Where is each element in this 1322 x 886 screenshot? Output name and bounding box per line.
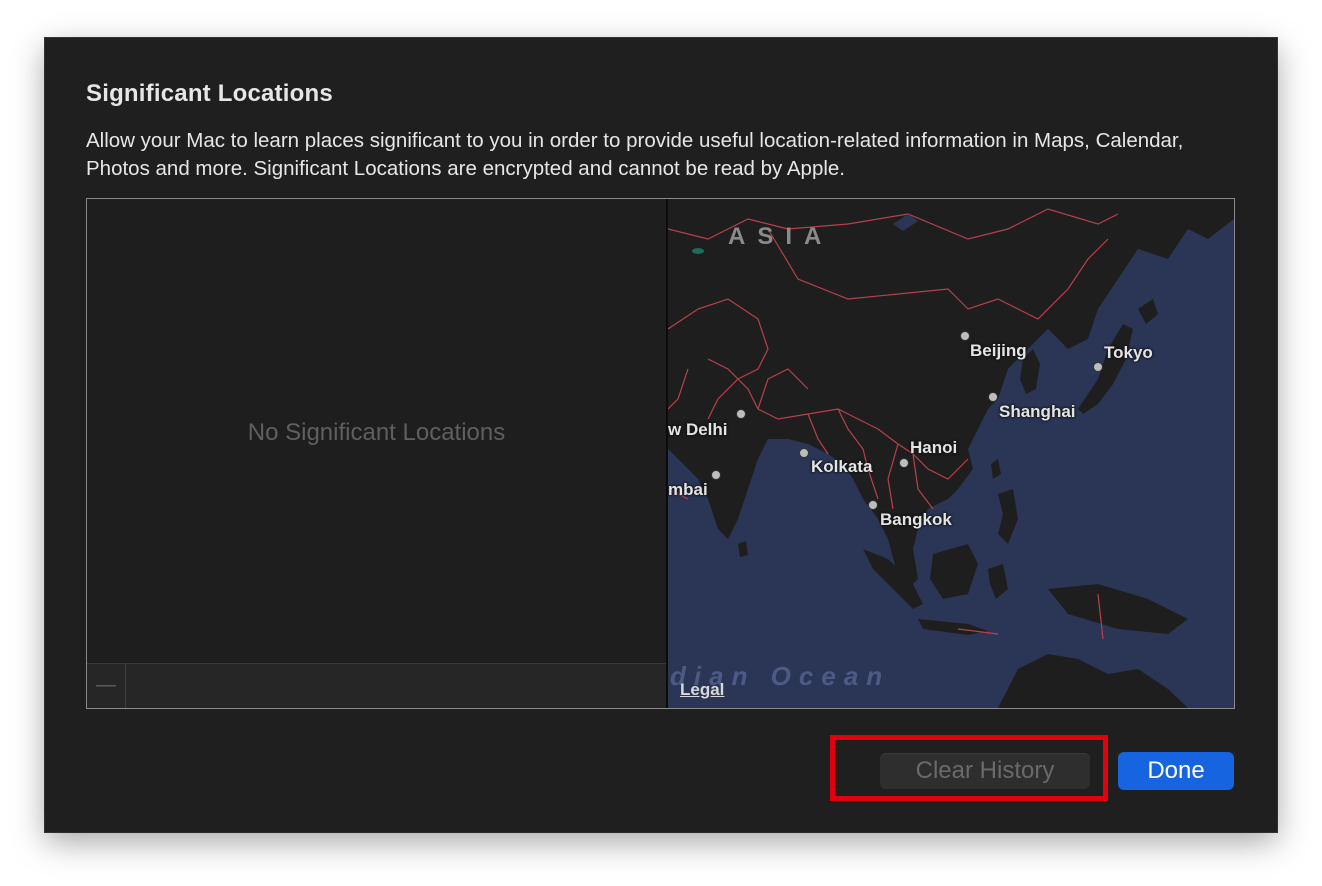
city-label-bangkok: Bangkok bbox=[880, 510, 952, 529]
list-toolbar: — bbox=[87, 663, 666, 708]
city-label-beijing: Beijing bbox=[970, 341, 1027, 360]
highlight-box bbox=[830, 735, 1108, 801]
city-label-kolkata: Kolkata bbox=[811, 457, 873, 476]
city-dot-new-delhi bbox=[736, 409, 746, 419]
city-dot-bangkok bbox=[868, 500, 878, 510]
significant-locations-dialog: Significant Locations Allow your Mac to … bbox=[45, 38, 1277, 832]
locations-panel: No Significant Locations — ASIA Beijing … bbox=[86, 198, 1235, 709]
empty-list-message: No Significant Locations bbox=[247, 419, 506, 446]
city-label-tokyo: Tokyo bbox=[1104, 343, 1153, 362]
region-label-asia: ASIA bbox=[728, 223, 834, 250]
city-label-new-delhi: w Delhi bbox=[668, 420, 728, 439]
city-dot-kolkata bbox=[799, 448, 809, 458]
city-label-hanoi: Hanoi bbox=[910, 438, 958, 457]
city-dot-tokyo bbox=[1093, 362, 1103, 372]
city-dot-mumbai bbox=[711, 470, 721, 480]
done-button[interactable]: Done bbox=[1118, 752, 1234, 790]
locations-map[interactable]: ASIA Beijing Tokyo Shanghai w Delhi Hano… bbox=[668, 199, 1234, 708]
city-label-mumbai: mbai bbox=[668, 480, 708, 499]
lake bbox=[692, 248, 704, 254]
city-dot-beijing bbox=[960, 331, 970, 341]
city-dot-shanghai bbox=[988, 392, 998, 402]
dialog-description: Allow your Mac to learn places significa… bbox=[86, 129, 1184, 180]
map-legal-link[interactable]: Legal bbox=[680, 680, 724, 700]
city-label-shanghai: Shanghai bbox=[999, 402, 1076, 421]
locations-list[interactable]: No Significant Locations — bbox=[87, 199, 668, 708]
city-dot-hanoi bbox=[899, 458, 909, 468]
dialog-title: Significant Locations bbox=[86, 80, 333, 107]
remove-location-button[interactable]: — bbox=[87, 664, 126, 708]
